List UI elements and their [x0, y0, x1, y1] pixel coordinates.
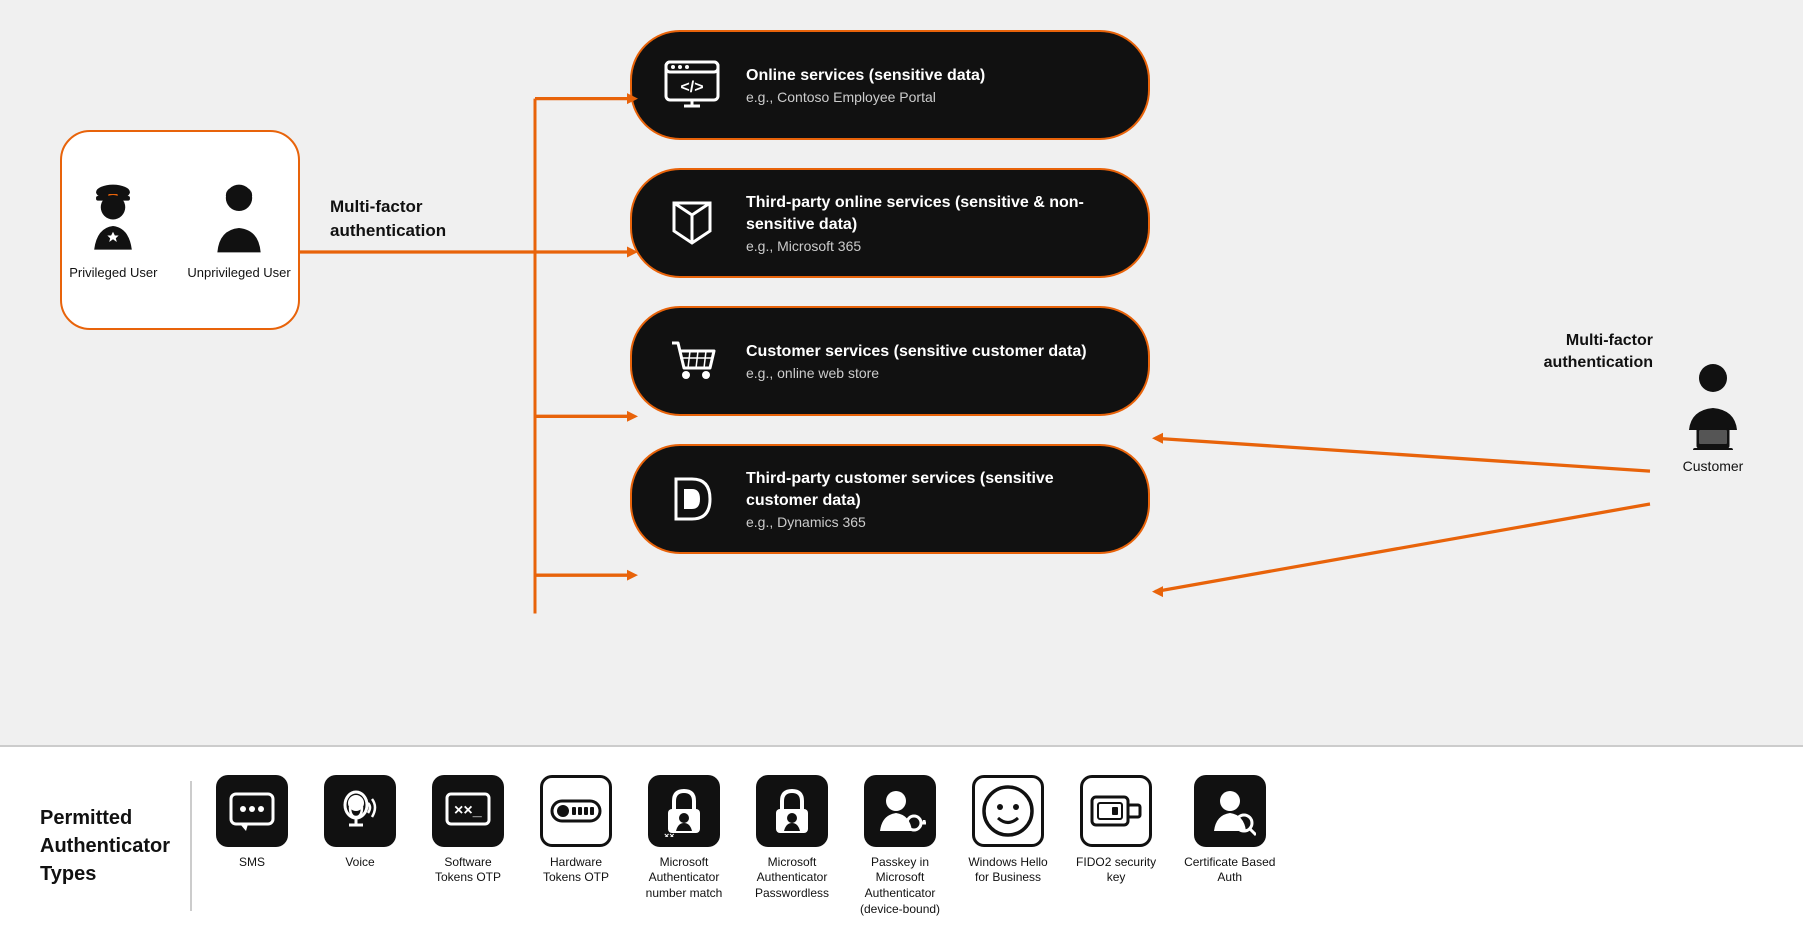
voice-icon-box: [324, 775, 396, 847]
thirdparty-customer-subtitle: e.g., Dynamics 365: [746, 514, 1120, 530]
sms-label: SMS: [239, 855, 265, 871]
auth-types-row: SMS Voice: [212, 775, 1763, 917]
auth-item-voice: Voice: [320, 775, 400, 871]
online-services-icon: </>: [660, 53, 724, 117]
windows-hello-label: Windows Hellofor Business: [968, 855, 1047, 886]
customer-block: Customer: [1673, 360, 1753, 474]
privileged-user-icon: [78, 179, 148, 259]
unprivileged-user-block: Unprivileged User: [187, 179, 290, 282]
service-box-customer: Customer services (sensitive customer da…: [630, 306, 1150, 416]
cert-based-label: Certificate BasedAuth: [1184, 855, 1275, 886]
customer-icon: [1673, 360, 1753, 450]
bottom-divider: [190, 781, 192, 911]
sms-icon-box: [216, 775, 288, 847]
thirdparty-online-title: Third-party online services (sensitive &…: [746, 192, 1120, 237]
ms-auth-number-label: MicrosoftAuthenticatornumber match: [646, 855, 723, 902]
thirdparty-customer-title: Third-party customer services (sensitive…: [746, 468, 1120, 513]
unprivileged-user-icon: [204, 179, 274, 259]
windows-hello-icon-box: [972, 775, 1044, 847]
bottom-section: PermittedAuthenticatorTypes SMS: [0, 745, 1803, 945]
hardware-tokens-icon-box: [540, 775, 612, 847]
user-icons-row: Privileged User Unprivileged User: [69, 179, 290, 282]
customer-services-text: Customer services (sensitive customer da…: [746, 341, 1087, 381]
ms-auth-passwordless-label: MicrosoftAuthenticatorPasswordless: [755, 855, 829, 902]
auth-item-passkey: Passkey inMicrosoftAuthenticator(device-…: [860, 775, 940, 917]
voice-label: Voice: [345, 855, 374, 871]
auth-item-ms-auth-passwordless: MicrosoftAuthenticatorPasswordless: [752, 775, 832, 902]
passkey-icon-box: [864, 775, 936, 847]
ms-auth-number-icon-box: ××_: [648, 775, 720, 847]
auth-item-fido2: FIDO2 securitykey: [1076, 775, 1156, 886]
cert-based-icon-box: [1194, 775, 1266, 847]
auth-item-cert-based: Certificate BasedAuth: [1184, 775, 1275, 886]
fido2-icon-box: [1080, 775, 1152, 847]
unprivileged-user-label: Unprivileged User: [187, 265, 290, 282]
svg-text:××_: ××_: [454, 802, 483, 819]
user-group-box: Privileged User Unprivileged User: [60, 130, 300, 330]
diagram-section: Privileged User Unprivileged User: [0, 0, 1803, 745]
mfa-left-label: Multi-factor authentication: [330, 195, 446, 243]
service-box-thirdparty-customer: Third-party customer services (sensitive…: [630, 444, 1150, 554]
auth-item-ms-auth-number: ××_ MicrosoftAuthenticatornumber match: [644, 775, 724, 902]
service-box-online: </> Online services (sensitive data) e.g…: [630, 30, 1150, 140]
permitted-label: PermittedAuthenticatorTypes: [40, 804, 170, 888]
thirdparty-online-text: Third-party online services (sensitive &…: [746, 192, 1120, 255]
fido2-label: FIDO2 securitykey: [1076, 855, 1156, 886]
auth-item-sms: SMS: [212, 775, 292, 871]
online-services-text: Online services (sensitive data) e.g., C…: [746, 65, 985, 105]
privileged-user-block: Privileged User: [69, 179, 157, 282]
mfa-right-label: Multi-factor authentication: [1544, 330, 1653, 375]
ms-auth-passwordless-icon-box: [756, 775, 828, 847]
online-services-subtitle: e.g., Contoso Employee Portal: [746, 89, 985, 105]
svg-text:</>: </>: [680, 79, 703, 96]
services-column: </> Online services (sensitive data) e.g…: [630, 30, 1150, 554]
main-container: Privileged User Unprivileged User: [0, 0, 1803, 945]
thirdparty-customer-icon: [660, 467, 724, 531]
passkey-label: Passkey inMicrosoftAuthenticator(device-…: [860, 855, 940, 917]
auth-item-software-tokens: ××_ SoftwareTokens OTP: [428, 775, 508, 886]
customer-services-subtitle: e.g., online web store: [746, 365, 1087, 381]
auth-item-windows-hello: Windows Hellofor Business: [968, 775, 1048, 886]
customer-services-title: Customer services (sensitive customer da…: [746, 341, 1087, 363]
thirdparty-online-subtitle: e.g., Microsoft 365: [746, 238, 1120, 254]
privileged-user-label: Privileged User: [69, 265, 157, 282]
software-tokens-icon-box: ××_: [432, 775, 504, 847]
auth-item-hardware-tokens: HardwareTokens OTP: [536, 775, 616, 886]
thirdparty-customer-text: Third-party customer services (sensitive…: [746, 468, 1120, 531]
svg-text:××_: ××_: [664, 831, 681, 837]
customer-services-icon: [660, 329, 724, 393]
online-services-title: Online services (sensitive data): [746, 65, 985, 87]
service-box-thirdparty-online: Third-party online services (sensitive &…: [630, 168, 1150, 278]
hardware-tokens-label: HardwareTokens OTP: [543, 855, 609, 886]
customer-label: Customer: [1683, 458, 1744, 474]
software-tokens-label: SoftwareTokens OTP: [435, 855, 501, 886]
thirdparty-online-icon: [660, 191, 724, 255]
